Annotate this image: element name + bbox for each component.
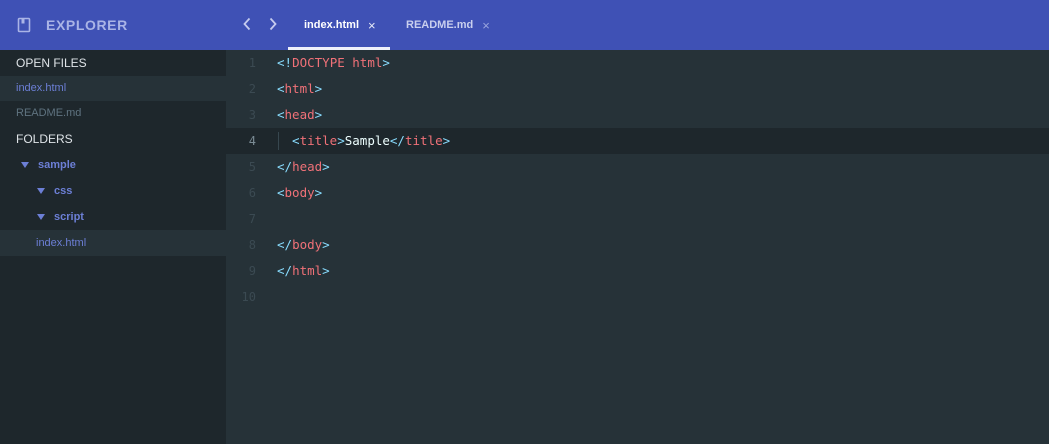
book-icon[interactable]: [17, 17, 31, 33]
code-text: <html>: [277, 76, 322, 102]
folder-item-script[interactable]: script: [0, 204, 226, 230]
tag-token: title: [299, 133, 338, 148]
folder-label: sample: [38, 159, 76, 171]
tab-bar: index.html × README.md ×: [226, 0, 1049, 50]
line-number: 3: [248, 108, 256, 122]
folder-item-sample[interactable]: sample: [0, 152, 226, 178]
triangle-down-icon[interactable]: [37, 188, 45, 194]
open-files-title: OPEN FILES: [16, 56, 87, 70]
punctuation-token: >: [314, 185, 323, 200]
sidebar-title: EXPLORER: [46, 17, 128, 33]
code-text: </head>: [277, 154, 330, 180]
tag-token: html: [284, 81, 315, 96]
folders-title: FOLDERS: [16, 132, 73, 146]
tag-token: body: [284, 185, 315, 200]
tag-token: head: [292, 159, 323, 174]
chevron-right-icon[interactable]: [266, 15, 280, 33]
triangle-down-icon[interactable]: [37, 214, 45, 220]
code-text: <!DOCTYPE html>: [277, 50, 390, 76]
sidebar: EXPLORER OPEN FILES index.html README.md…: [0, 0, 226, 444]
tree-file-item[interactable]: index.html: [0, 230, 226, 256]
folder-label: css: [54, 185, 73, 197]
code-line[interactable]: 3 <head>: [226, 102, 1049, 128]
code-text: <head>: [277, 102, 322, 128]
tab-readme-md[interactable]: README.md ×: [390, 0, 500, 50]
code-line[interactable]: 4 <title>Sample</title>: [226, 128, 1049, 154]
line-number: 10: [241, 290, 256, 304]
punctuation-token: >: [442, 133, 451, 148]
punctuation-token: </: [389, 133, 405, 148]
line-number: 5: [248, 160, 256, 174]
line-number: 2: [248, 82, 256, 96]
code-line[interactable]: 5 </head>: [226, 154, 1049, 180]
punctuation-token: <: [277, 133, 300, 148]
code-text: </html>: [277, 258, 330, 284]
open-file-item[interactable]: index.html: [0, 76, 226, 101]
tag-token: head: [284, 107, 315, 122]
punctuation-token: </: [277, 263, 293, 278]
line-number: 8: [248, 238, 256, 252]
folder-item-css[interactable]: css: [0, 178, 226, 204]
punctuation-token: <: [277, 185, 285, 200]
punctuation-token: >: [322, 263, 330, 278]
code-line[interactable]: 1 <!DOCTYPE html>: [226, 50, 1049, 76]
code-text: <title>Sample</title>: [277, 128, 450, 154]
indent-guide: [278, 132, 279, 150]
tab-label: README.md: [406, 19, 474, 31]
punctuation-token: <!: [277, 55, 293, 70]
close-icon[interactable]: ×: [368, 19, 376, 32]
tag-token: html: [292, 263, 323, 278]
close-icon[interactable]: ×: [482, 19, 490, 32]
tag-token: body: [292, 237, 323, 252]
code-line[interactable]: 9 </html>: [226, 258, 1049, 284]
line-number: 7: [248, 212, 256, 226]
punctuation-token: >: [322, 237, 330, 252]
line-number: 6: [248, 186, 256, 200]
punctuation-token: >: [337, 133, 345, 148]
code-editor[interactable]: 1 <!DOCTYPE html> 2 <html> 3 <head> 4 <title>S…: [226, 50, 1049, 444]
code-line[interactable]: 10: [226, 284, 1049, 310]
line-number: 1: [248, 56, 256, 70]
punctuation-token: >: [314, 81, 323, 96]
code-line[interactable]: 2 <html>: [226, 76, 1049, 102]
sidebar-header: EXPLORER: [0, 0, 226, 50]
tag-token: title: [404, 133, 443, 148]
punctuation-token: </: [277, 237, 293, 252]
tag-token: DOCTYPE html: [292, 55, 383, 70]
tab-label: index.html: [304, 19, 360, 31]
code-text: <body>: [277, 180, 322, 206]
punctuation-token: <: [277, 107, 285, 122]
text-token: Sample: [344, 133, 390, 148]
code-line[interactable]: 6 <body>: [226, 180, 1049, 206]
punctuation-token: >: [314, 107, 323, 122]
code-line[interactable]: 8 </body>: [226, 232, 1049, 258]
punctuation-token: >: [322, 159, 330, 174]
open-file-item[interactable]: README.md: [0, 101, 226, 126]
line-number: 4: [248, 134, 256, 148]
line-number: 9: [248, 264, 256, 278]
tab-index-html[interactable]: index.html ×: [288, 0, 390, 50]
chevron-left-icon[interactable]: [240, 15, 254, 33]
code-line[interactable]: 7: [226, 206, 1049, 232]
punctuation-token: </: [277, 159, 293, 174]
folder-label: script: [54, 211, 84, 223]
code-text: </body>: [277, 232, 330, 258]
triangle-down-icon[interactable]: [21, 162, 29, 168]
punctuation-token: <: [277, 81, 285, 96]
punctuation-token: >: [382, 55, 390, 70]
